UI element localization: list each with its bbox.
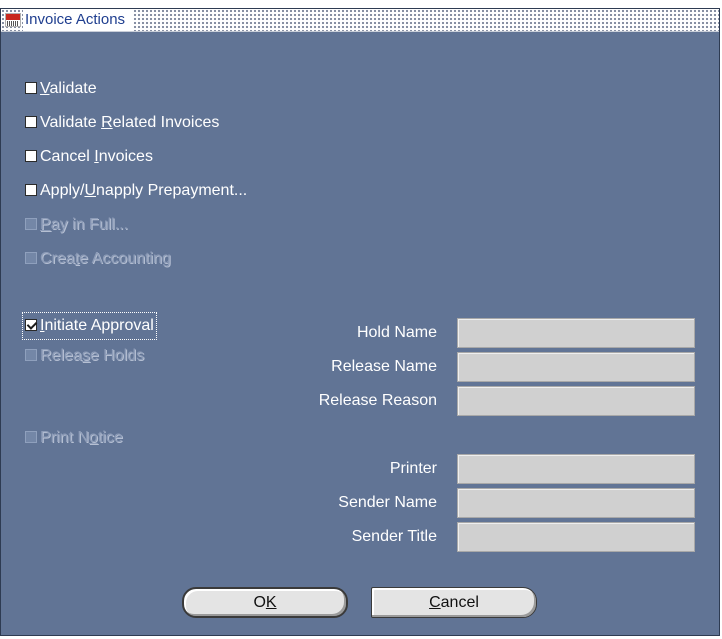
create-accounting-checkbox: Create Accounting: [25, 248, 171, 270]
print-notice-checkbox: Print Notice: [25, 427, 123, 449]
checkbox-box: [25, 349, 37, 361]
hold-name-label: Hold Name: [356, 324, 437, 341]
cancel-button[interactable]: Cancel: [371, 587, 537, 618]
printer-field[interactable]: [457, 454, 695, 484]
sender-title-field[interactable]: [457, 522, 695, 552]
oracle-applications-icon: [5, 13, 21, 27]
window-title: Invoice Actions: [23, 9, 134, 31]
pay-in-full-checkbox: Pay in Full...: [25, 214, 128, 236]
checkbox-box[interactable]: [25, 116, 37, 128]
ok-button[interactable]: OK: [182, 587, 348, 618]
validate-checkbox[interactable]: Validate: [25, 78, 97, 100]
sender-title-label: Sender Title: [351, 528, 437, 545]
checkbox-box: [25, 218, 37, 230]
validate-related-invoices-checkbox[interactable]: Validate Related Invoices: [25, 112, 219, 134]
release-reason-label: Release Reason: [318, 392, 437, 409]
apply-unapply-prepayment-checkbox[interactable]: Apply/Unapply Prepayment...: [25, 180, 247, 202]
sender-name-field[interactable]: [457, 488, 695, 518]
checkbox-box[interactable]: [25, 184, 37, 196]
checkbox-box: [25, 431, 37, 443]
release-name-label: Release Name: [331, 358, 437, 375]
checkbox-box[interactable]: [25, 82, 37, 94]
initiate-approval-checkbox[interactable]: Initiate Approval: [22, 312, 157, 340]
checkbox-box-checked[interactable]: [25, 319, 37, 331]
sender-name-label: Sender Name: [338, 494, 437, 511]
printer-label: Printer: [389, 460, 437, 477]
release-reason-field[interactable]: [457, 386, 695, 416]
checkbox-box: [25, 252, 37, 264]
invoice-actions-window: Invoice Actions Validate Validate Relate…: [0, 8, 720, 636]
hold-name-field[interactable]: [457, 318, 695, 348]
cancel-invoices-checkbox[interactable]: Cancel Invoices: [25, 146, 153, 168]
checkbox-box[interactable]: [25, 150, 37, 162]
title-bar[interactable]: Invoice Actions: [1, 9, 719, 32]
release-holds-checkbox: Release Holds: [25, 345, 144, 367]
release-name-field[interactable]: [457, 352, 695, 382]
